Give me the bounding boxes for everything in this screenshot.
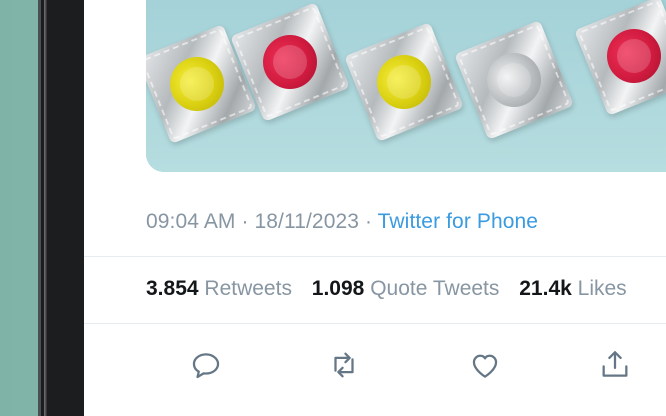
phone-edge [44,0,47,416]
likes-count: 21.4k [519,277,572,300]
condom-ring [254,26,326,98]
condom-ring [368,46,440,118]
tweet-action-bar [84,345,666,395]
meta-separator: · [235,210,255,233]
likes-label: Likes [577,277,627,300]
share-button[interactable] [595,345,635,385]
like-icon [472,354,498,378]
like-button[interactable] [465,345,505,385]
retweet-button[interactable] [324,345,364,385]
tweet-media-image[interactable] [146,0,666,172]
condom-ring [478,44,550,116]
condom-ring [161,48,233,120]
quote-tweets-stat[interactable]: 1.098 Quote Tweets [312,277,500,300]
retweets-label: Retweets [204,277,292,300]
likes-stat[interactable]: 21.4k Likes [519,277,626,300]
divider [84,323,666,324]
tweet-time: 09:04 AM [146,210,236,233]
retweet-icon [334,352,354,378]
share-icon [602,351,628,377]
meta-separator: · [359,210,378,233]
tweet-stats: 3.854 Retweets 1.098 Quote Tweets 21.4k … [146,277,641,301]
quote-tweets-count: 1.098 [311,277,365,300]
condom-ring [598,20,666,92]
tweet-source-link[interactable]: Twitter for Phone [378,210,538,233]
reply-icon [192,353,220,379]
tweet-date: 18/11/2023 [254,210,360,233]
quote-tweets-label: Quote Tweets [370,277,500,300]
reply-button[interactable] [186,345,226,385]
retweets-stat[interactable]: 3.854 Retweets [146,277,292,300]
tweet-timestamp-line: 09:04 AM · 18/11/2023 · Twitter for Phon… [146,210,538,234]
tweet-detail-screen: 09:04 AM · 18/11/2023 · Twitter for Phon… [84,0,666,416]
retweets-count: 3.854 [146,277,199,300]
divider [84,256,666,257]
